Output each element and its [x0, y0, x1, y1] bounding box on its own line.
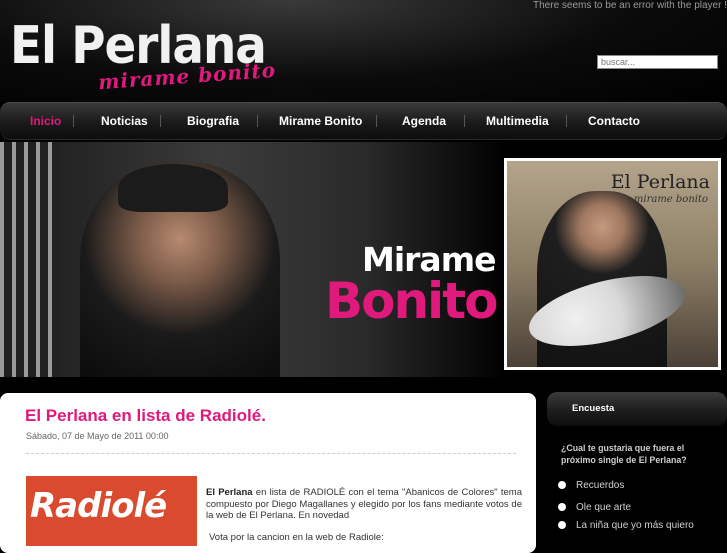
poll-option-label: Ole que arte: [576, 502, 632, 513]
nav-separator: [566, 115, 567, 127]
player-error-message: There seems to be an error with the play…: [533, 0, 727, 11]
poll-option[interactable]: Ole que arte: [558, 502, 631, 513]
album-cover[interactable]: El Perlana mirame bonito: [504, 158, 721, 370]
radio-button[interactable]: [558, 481, 566, 490]
banner-railing-photo: [0, 142, 60, 377]
radio-button[interactable]: [558, 521, 566, 530]
poll-option[interactable]: La niña que yo más quiero: [558, 520, 694, 531]
radiole-logo-image: Radiolé: [26, 476, 197, 546]
article-body: El Perlana en lista de RADIOLÉ con el te…: [206, 487, 522, 522]
nav-separator: [73, 115, 74, 127]
article-body-text: en lista de RADIOLÉ con el tema "Abanico…: [206, 487, 522, 521]
poll-header: Encuesta: [547, 392, 727, 426]
poll-option-label: Recuerdos: [576, 480, 625, 491]
nav-item-agenda[interactable]: Agenda: [402, 103, 446, 139]
album-cover-subtitle: mirame bonito: [633, 194, 708, 205]
nav-item-inicio[interactable]: Inicio: [30, 103, 61, 139]
radio-button[interactable]: [558, 503, 566, 512]
article-divider: [26, 453, 516, 454]
poll-title: Encuesta: [572, 403, 615, 414]
nav-item-multimedia[interactable]: Multimedia: [486, 103, 549, 139]
nav-separator: [160, 115, 161, 127]
poll-question: ¿Cual te gustaria que fuera el próximo s…: [561, 443, 687, 465]
nav-item-contacto[interactable]: Contacto: [588, 103, 640, 139]
article-body-bold: El Perlana: [206, 487, 253, 498]
nav-item-biografia[interactable]: Biografia: [187, 103, 239, 139]
radiole-logo-text: Radiolé: [30, 486, 167, 526]
nav-item-mirame-bonito[interactable]: Mirame Bonito: [279, 103, 362, 139]
article-title[interactable]: El Perlana en lista de Radiolé.: [25, 406, 266, 426]
album-cover-title: El Perlana: [610, 171, 710, 193]
poll-option[interactable]: Recuerdos: [558, 480, 624, 491]
banner-title-line2: Bonito: [325, 272, 498, 330]
nav-item-noticias[interactable]: Noticias: [101, 103, 148, 139]
article-vote-text: Vota por la cancion en la web de Radiole…: [209, 532, 384, 543]
nav-separator: [376, 115, 377, 127]
main-nav: Inicio Noticias Biografia Mirame Bonito …: [0, 102, 727, 140]
poll-option-label: La niña que yo más quiero: [576, 520, 694, 531]
nav-separator: [257, 115, 258, 127]
header: There seems to be an error with the play…: [0, 0, 727, 102]
article-card: El Perlana en lista de Radiolé. Sábado, …: [0, 393, 536, 553]
article-date: Sábado, 07 de Mayo de 2011 00:00: [26, 431, 169, 441]
banner-artist-hat: [118, 164, 228, 212]
nav-separator: [464, 115, 465, 127]
search-input[interactable]: [597, 55, 718, 69]
